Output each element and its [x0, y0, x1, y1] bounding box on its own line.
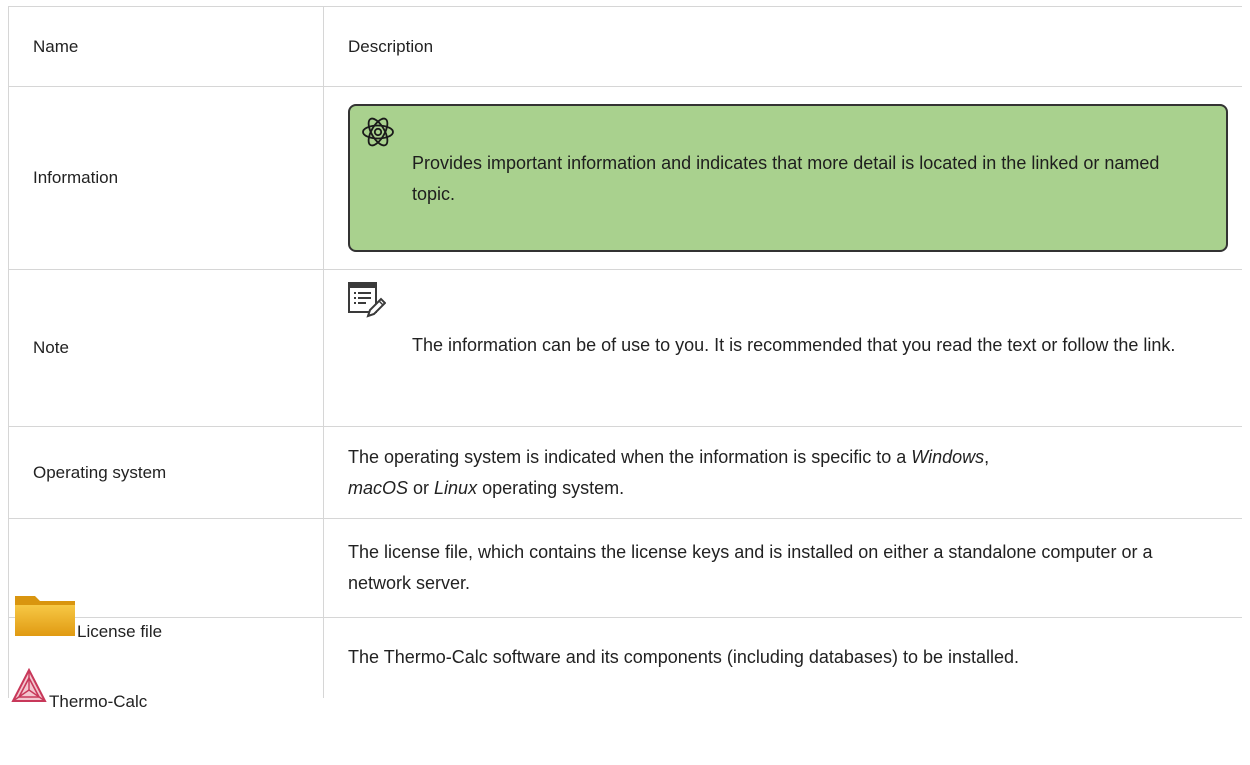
- row-name-operating-system: Operating system: [33, 462, 167, 482]
- header-name: Name: [33, 36, 79, 56]
- table-row: License file The license file, which con…: [8, 518, 1242, 641]
- information-box: Provides important information and indic…: [348, 104, 1228, 252]
- table-header-row: Name Description: [8, 6, 1242, 87]
- thermo-calc-text: The Thermo-Calc software and its compone…: [348, 647, 1020, 668]
- row-name-information: Information: [33, 168, 119, 187]
- os-separator: or: [408, 477, 435, 498]
- os-desc-part: operating system.: [477, 477, 625, 498]
- description-cell: The license file, which contains the lic…: [323, 518, 1242, 618]
- os-macos: macOS: [348, 477, 409, 498]
- atom-icon: [362, 117, 394, 147]
- header-description-cell: Description: [323, 6, 1242, 87]
- row-name-license-file: License file: [77, 622, 163, 641]
- folder-icon: [15, 596, 75, 636]
- description-cell: The information can be of use to you. It…: [323, 269, 1242, 427]
- os-windows: Windows: [911, 446, 985, 467]
- row-name-note: Note: [33, 338, 69, 357]
- name-cell: Information: [8, 86, 324, 270]
- name-cell: Operating system: [8, 426, 324, 519]
- table-row: Note The information can be of use to yo…: [8, 269, 1242, 427]
- note-wrap: The information can be of use to you. It…: [348, 270, 1234, 426]
- header-name-cell: Name: [8, 6, 324, 87]
- table-row: Information Provides important informati…: [8, 86, 1242, 270]
- thermo-calc-logo-icon: [11, 667, 47, 702]
- table-row: Operating system The operating system is…: [8, 426, 1242, 519]
- information-text: Provides important information and indic…: [412, 153, 1160, 204]
- name-cell: Note: [8, 269, 324, 427]
- table-row: Thermo-Calc The Thermo-Calc software and…: [8, 617, 1242, 711]
- conventions-table: Name Description Information Provides im…: [8, 6, 1242, 711]
- os-linux: Linux: [434, 477, 478, 498]
- operating-system-text: The operating system is indicated when t…: [348, 442, 1234, 504]
- os-desc-part: The operating system is indicated when t…: [348, 446, 912, 467]
- row-name-thermo-calc: Thermo-Calc: [49, 691, 148, 711]
- license-file-text: The license file, which contains the lic…: [348, 542, 1153, 593]
- description-cell: The operating system is indicated when t…: [323, 426, 1242, 519]
- header-description: Description: [348, 36, 434, 56]
- os-separator: ,: [984, 446, 990, 467]
- name-cell: License file: [8, 518, 324, 641]
- description-cell: Provides important information and indic…: [323, 86, 1242, 270]
- description-cell: The Thermo-Calc software and its compone…: [323, 617, 1242, 698]
- note-text: The information can be of use to you. It…: [412, 335, 1176, 355]
- note-icon: [348, 282, 386, 318]
